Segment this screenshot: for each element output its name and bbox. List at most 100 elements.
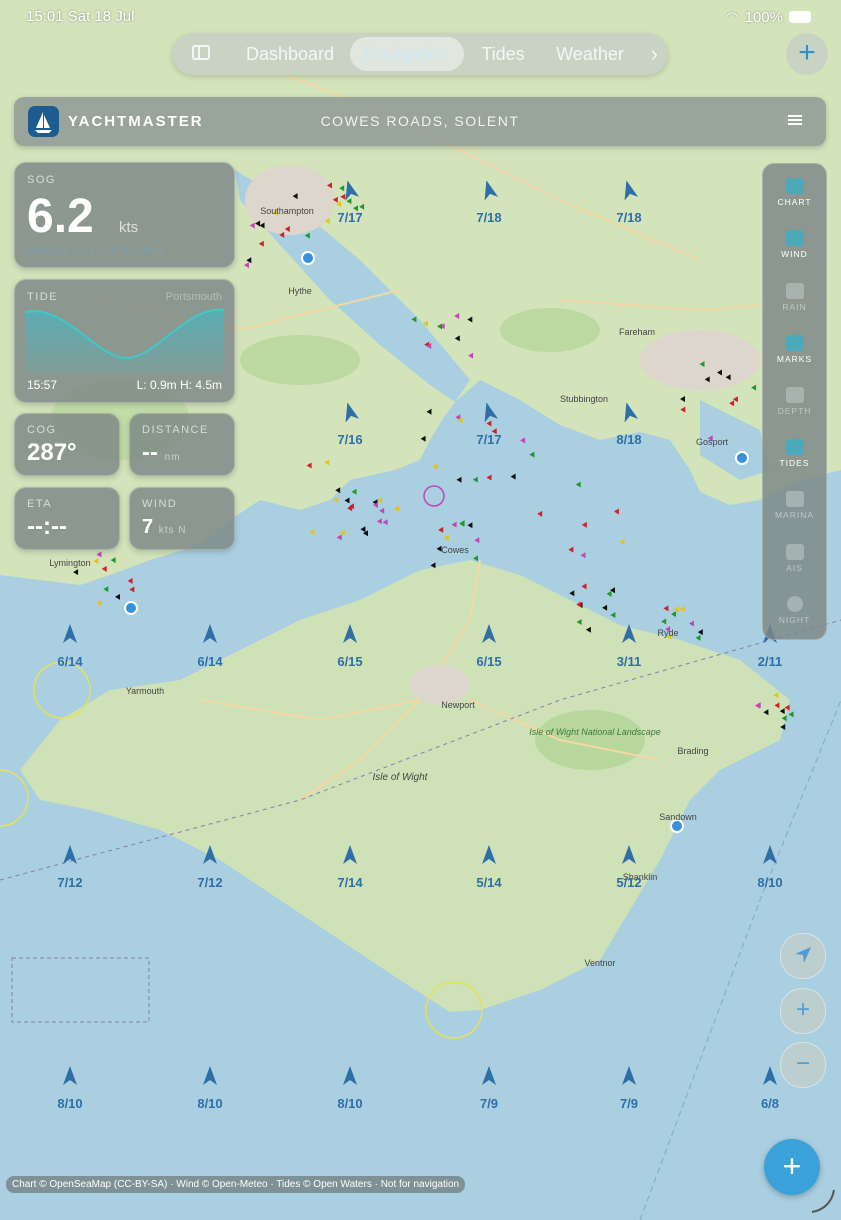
wind-label: 2/11 xyxy=(758,654,783,669)
layer-label: TIDES xyxy=(779,458,810,468)
app-header: YACHTMASTER COWES ROADS, SOLENT xyxy=(14,97,826,146)
depth-icon xyxy=(785,387,804,403)
layer-toggle-ais[interactable]: AIS xyxy=(763,544,826,573)
wind-label: 7/9 xyxy=(620,1096,638,1111)
wind-label: 6/14 xyxy=(197,654,223,669)
tide-label: TIDE xyxy=(27,291,59,303)
tide-time: 15:57 xyxy=(27,378,58,392)
status-bar: 15:01 Sat 18 Jul ◠ 100% xyxy=(0,8,841,28)
distance-panel: DISTANCE -- nm xyxy=(129,413,235,476)
wind-label: 8/10 xyxy=(57,1096,82,1111)
chevron-right-icon[interactable]: › xyxy=(651,33,658,75)
zoom-out-button[interactable]: − xyxy=(780,1042,826,1088)
location-arrow-icon xyxy=(795,947,811,963)
place-label: Fareham xyxy=(619,327,655,337)
eta-value: --:-- xyxy=(27,513,67,540)
layer-toggle-night[interactable]: NIGHT xyxy=(763,596,826,625)
wifi-icon: ◠ xyxy=(725,9,739,26)
resize-handle-icon[interactable] xyxy=(808,1186,838,1216)
wind-label: 7/17 xyxy=(337,210,362,225)
layer-toggle-rain[interactable]: RAIN xyxy=(763,283,826,312)
add-icon[interactable]: + xyxy=(786,33,828,75)
tide-low-high: L: 0.9m H: 4.5m xyxy=(136,378,222,392)
locate-button[interactable] xyxy=(780,933,826,979)
eta-panel: ETA --:-- xyxy=(14,487,120,550)
place-label: Isle of Wight National Landscape xyxy=(529,727,661,737)
layer-label: RAIN xyxy=(782,302,807,312)
ais-icon xyxy=(785,544,804,560)
wind-label: 7/16 xyxy=(337,432,362,447)
wind-label: 7/9 xyxy=(480,1096,498,1111)
wind-label: 8/10 xyxy=(757,875,782,890)
place-label: Ventnor xyxy=(584,958,615,968)
sog-unit: kts xyxy=(119,219,139,236)
night-icon xyxy=(786,596,803,612)
place-label: Cowes xyxy=(441,545,469,555)
status-time: 15:01 Sat 18 Jul xyxy=(26,8,135,25)
wind-label: 6/14 xyxy=(57,654,83,669)
marks-icon xyxy=(785,335,804,351)
sog-panel: SOG 6.2 kts SPEED OVER GROUND xyxy=(14,162,235,268)
wind-label: 7/18 xyxy=(616,210,641,225)
wind-label: 7/18 xyxy=(476,210,501,225)
wind-label: 8/10 xyxy=(197,1096,222,1111)
sidebar-toggle-icon[interactable] xyxy=(192,45,210,60)
wind-label: 7/17 xyxy=(476,432,501,447)
battery-percent: 100% xyxy=(744,8,783,26)
place-label: Stubbington xyxy=(560,394,608,404)
layer-toggle-marks[interactable]: MARKS xyxy=(763,335,826,364)
place-label: Newport xyxy=(441,700,475,710)
wind-label: 7/12 xyxy=(57,875,82,890)
wind-label: 6/8 xyxy=(761,1096,779,1111)
layer-label: MARKS xyxy=(776,354,813,364)
layer-label: CHART xyxy=(777,197,812,207)
tab-navigation[interactable]: Navigation xyxy=(350,37,464,71)
tab-dashboard[interactable]: Dashboard xyxy=(234,33,346,75)
place-label: Gosport xyxy=(696,437,729,447)
layer-toggle-depth[interactable]: DEPTH xyxy=(763,387,826,416)
wind-value: 7 kts N xyxy=(142,516,187,538)
layer-toggle-tides[interactable]: TIDES xyxy=(763,439,826,468)
eta-label: ETA xyxy=(27,498,53,510)
wind-label: WIND xyxy=(142,498,178,510)
distance-label: DISTANCE xyxy=(142,424,209,436)
tab-tides[interactable]: Tides xyxy=(470,33,536,75)
layer-toggle-chart[interactable]: CHART xyxy=(763,178,826,207)
layer-label: DEPTH xyxy=(777,406,812,416)
wind-label: 6/15 xyxy=(337,654,362,669)
sog-value: 6.2 xyxy=(27,190,94,243)
tides-icon xyxy=(785,439,804,455)
tab-weather[interactable]: Weather xyxy=(544,33,636,75)
place-label: Brading xyxy=(677,746,708,756)
tide-curve xyxy=(25,308,224,374)
wind-label: 6/15 xyxy=(476,654,501,669)
place-label: Southampton xyxy=(260,206,314,216)
battery-icon xyxy=(789,11,811,23)
wind-icon xyxy=(785,230,804,246)
wind-panel: WIND 7 kts N xyxy=(129,487,235,550)
wind-label: 8/10 xyxy=(337,1096,362,1111)
sog-label: SOG xyxy=(27,174,56,186)
cog-label: COG xyxy=(27,424,57,436)
wind-label: 7/12 xyxy=(197,875,222,890)
place-label: Hythe xyxy=(288,286,312,296)
wind-label: 3/11 xyxy=(617,654,642,669)
layer-label: MARINA xyxy=(774,510,815,520)
place-label: Yarmouth xyxy=(126,686,164,696)
place-label: Sandown xyxy=(659,812,697,822)
location-title: COWES ROADS, SOLENT xyxy=(320,113,520,129)
layer-toggle-marina[interactable]: MARINA xyxy=(763,491,826,520)
wind-label: 5/14 xyxy=(476,875,502,890)
wind-label: 5/12 xyxy=(616,875,641,890)
marina-icon xyxy=(785,491,804,507)
place-label: Ryde xyxy=(657,628,678,638)
menu-icon[interactable] xyxy=(788,115,802,125)
layer-label: WIND xyxy=(781,249,808,259)
sog-subtitle: SPEED OVER GROUND xyxy=(27,246,165,257)
rain-icon xyxy=(785,283,804,299)
tab-bar: Dashboard Navigation Tides Weather › xyxy=(172,33,668,75)
zoom-in-button[interactable]: + xyxy=(780,988,826,1034)
tide-panel[interactable]: TIDE Portsmouth 15:57 L: 0.9m H: 4.5m xyxy=(14,279,235,403)
place-label: Lymington xyxy=(49,558,90,568)
layer-toggle-wind[interactable]: WIND xyxy=(763,230,826,259)
